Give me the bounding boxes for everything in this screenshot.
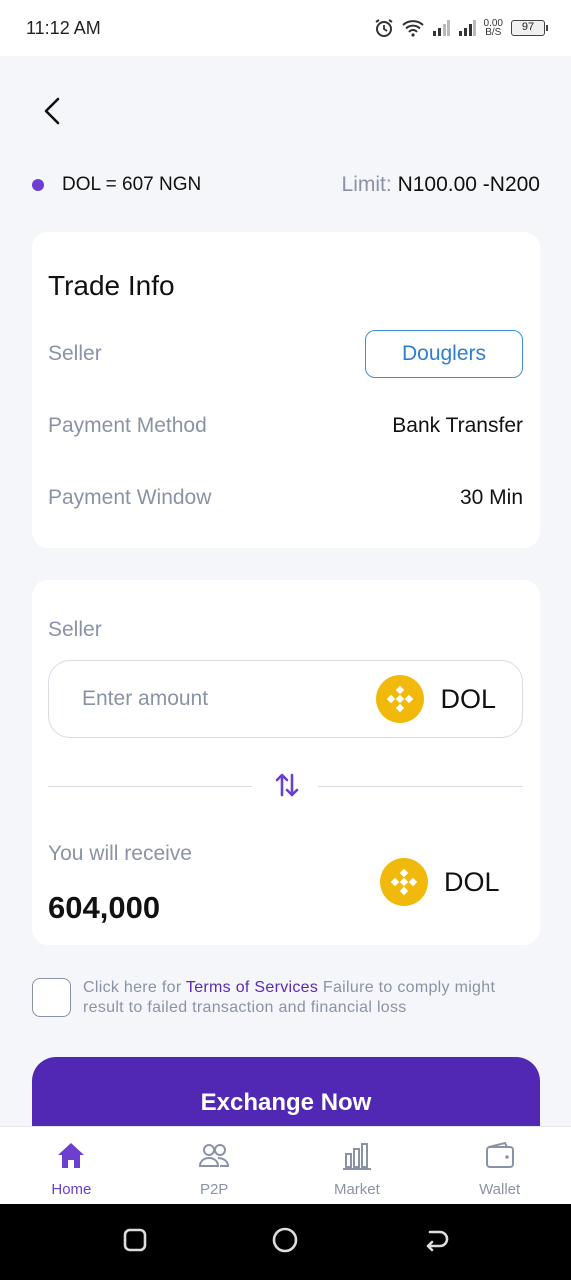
amount-input[interactable] xyxy=(82,687,377,711)
status-bar: 11:12 AM 0.00 B/S 97 xyxy=(0,0,571,56)
payment-method-row: Payment Method Bank Transfer xyxy=(48,414,523,438)
status-icons: 0.00 B/S 97 xyxy=(374,18,548,38)
chevron-left-icon xyxy=(42,97,62,130)
payment-window-row: Payment Window 30 Min xyxy=(48,486,523,510)
system-nav-bar xyxy=(0,1204,571,1280)
payment-method-label: Payment Method xyxy=(48,414,207,437)
amount-currency: DOL xyxy=(376,675,496,723)
limit-label: Limit: xyxy=(341,173,392,196)
back-system-button[interactable] xyxy=(406,1212,466,1272)
rate-row: DOL = 607 NGN Limit: N100.00 -N200 xyxy=(32,172,540,198)
signal-icon xyxy=(432,20,450,36)
users-icon xyxy=(197,1139,231,1173)
amount-currency-label: DOL xyxy=(440,683,496,714)
receive-value: 604,000 xyxy=(48,890,161,925)
back-button[interactable] xyxy=(36,96,68,130)
nav-wallet-label: Wallet xyxy=(479,1181,521,1198)
recent-apps-button[interactable] xyxy=(105,1212,165,1272)
receive-currency: DOL xyxy=(380,858,500,906)
alarm-icon xyxy=(374,18,394,38)
receive-currency-label: DOL xyxy=(444,866,500,897)
seller-row: Seller Douglers xyxy=(48,330,523,378)
square-icon xyxy=(122,1227,148,1258)
nav-wallet[interactable]: Wallet xyxy=(428,1127,571,1204)
terms-text: Click here for Terms of Services Failure… xyxy=(83,979,496,1016)
wifi-icon xyxy=(401,19,424,37)
rate-dot xyxy=(32,179,44,191)
exchange-card: Seller DOL You will receive 604,000 DOL xyxy=(32,580,540,945)
seller-label: Seller xyxy=(48,342,102,365)
home-system-button[interactable] xyxy=(255,1212,315,1272)
coin-icon xyxy=(376,675,425,723)
payment-window-label: Payment Window xyxy=(48,486,212,509)
trade-info-card: Trade Info Seller Douglers Payment Metho… xyxy=(32,232,540,548)
circle-icon xyxy=(271,1226,299,1259)
wallet-icon xyxy=(484,1139,516,1173)
seller-chip[interactable]: Douglers xyxy=(365,330,523,378)
back-arrow-icon xyxy=(422,1227,450,1258)
nav-home-label: Home xyxy=(51,1181,92,1198)
receive-label: You will receive xyxy=(48,842,192,865)
trade-info-title: Trade Info xyxy=(48,270,175,301)
terms-checkbox[interactable] xyxy=(32,978,71,1017)
nav-home[interactable]: Home xyxy=(0,1127,143,1204)
amount-field[interactable]: DOL xyxy=(48,660,523,738)
limit-value: N100.00 -N200 xyxy=(397,173,540,196)
divider-line-left xyxy=(48,786,252,787)
payment-method-value: Bank Transfer xyxy=(392,414,523,437)
bottom-nav: Home P2P Market Wallet xyxy=(0,1126,571,1204)
nav-p2p[interactable]: P2P xyxy=(143,1127,286,1204)
bar-chart-icon xyxy=(341,1139,373,1173)
swap-arrows-icon xyxy=(273,771,301,804)
payment-window-value: 30 Min xyxy=(459,486,523,509)
nav-p2p-label: P2P xyxy=(199,1181,229,1198)
coin-icon xyxy=(380,858,428,906)
swap-divider xyxy=(48,770,523,804)
nav-market-label: Market xyxy=(333,1181,380,1198)
trade-limit: Limit: N100.00 -N200 xyxy=(342,173,540,197)
battery-icon: 97 xyxy=(511,20,548,36)
net-speed: 0.00 B/S xyxy=(483,18,503,38)
signal-icon-2 xyxy=(458,20,476,36)
status-time: 11:12 AM xyxy=(26,17,101,38)
exchange-rate: DOL = 607 NGN xyxy=(62,174,202,195)
swap-button[interactable] xyxy=(270,770,304,804)
nav-market[interactable]: Market xyxy=(286,1127,429,1204)
home-icon xyxy=(55,1139,87,1173)
exchange-seller-label: Seller xyxy=(48,618,102,641)
terms-row: Click here for Terms of Services Failure… xyxy=(32,978,540,1018)
terms-link[interactable]: Terms of Services xyxy=(186,979,318,996)
divider-line-right xyxy=(318,786,523,787)
